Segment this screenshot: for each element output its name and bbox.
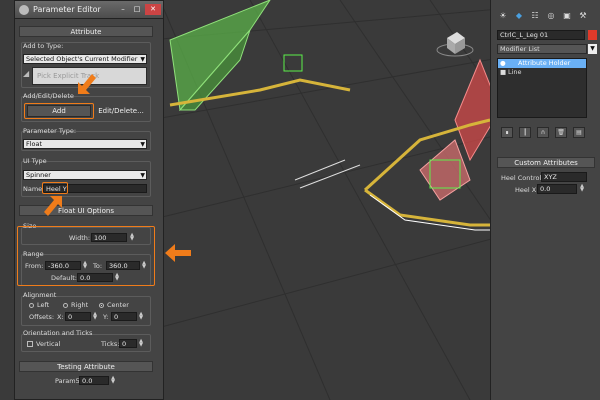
orientation-label: Orientation and Ticks [23, 329, 93, 337]
param5-value: 0.0 [82, 377, 93, 385]
align-right-label: Right [71, 301, 89, 309]
modifier-list-dropdown[interactable]: Modifier List [497, 44, 587, 54]
add-edit-delete-label: Add/Edit/Delete [23, 92, 74, 100]
align-left-radio[interactable] [29, 303, 34, 308]
name-field-highlight [42, 182, 68, 194]
param5-label: Param5: [55, 377, 82, 385]
ticks-field[interactable]: 0 [119, 339, 137, 348]
offset-y-field[interactable]: 0 [111, 312, 137, 321]
ticks-spinner-icon[interactable]: ▲ ▼ [138, 339, 144, 348]
annotation-arrow-name [44, 196, 62, 216]
minimize-button[interactable]: – [117, 4, 129, 15]
motion-tab-icon[interactable]: ◎ [545, 10, 557, 22]
modifier-list-label: Modifier List [500, 45, 540, 53]
chevron-down-icon: ▼ [140, 141, 145, 148]
app-icon [19, 4, 29, 15]
stack-item-label: Line [508, 68, 522, 76]
custom-attributes-header[interactable]: Custom Attributes [497, 157, 595, 168]
stack-item-line[interactable]: ■ Line [498, 68, 586, 77]
parameter-editor-dialog: Parameter Editor – □ ✕ Attribute Add to … [14, 0, 164, 400]
make-unique-icon[interactable]: ∩ [537, 127, 549, 138]
add-to-type-label: Add to Type: [23, 42, 64, 50]
float-ui-options-header[interactable]: Float UI Options [19, 205, 153, 216]
parameter-type-label: Parameter Type: [23, 127, 77, 135]
modifier-stack[interactable]: ● Attribute Holder ■ Line [497, 58, 587, 118]
offset-y-label: Y: [103, 313, 109, 321]
remove-modifier-icon[interactable]: 🗑 [555, 127, 567, 138]
maximize-button[interactable]: □ [131, 4, 143, 15]
expand-icon[interactable]: ■ [500, 68, 506, 77]
heel-x-field[interactable]: 0.0 [537, 184, 577, 194]
pin-stack-icon[interactable]: ∎ [501, 127, 513, 138]
dialog-titlebar[interactable]: Parameter Editor – □ ✕ [15, 1, 163, 19]
attribute-rollout: Attribute [19, 26, 153, 37]
utilities-tab-icon[interactable]: ⚒ [577, 10, 589, 22]
heel-x-spinner-icon[interactable]: ▲ ▼ [579, 184, 585, 193]
parameter-type-value: Float [26, 140, 43, 148]
add-to-type-dropdown[interactable]: Selected Object's Current Modifier ▼ [23, 54, 147, 64]
heel-control-value: XYZ [544, 173, 557, 181]
heel-control-field[interactable]: XYZ [541, 172, 587, 182]
vertical-checkbox[interactable] [27, 341, 33, 347]
align-left-label: Left [37, 301, 50, 309]
add-button-highlight [24, 103, 94, 119]
parameter-type-dropdown[interactable]: Float ▼ [23, 139, 147, 149]
alignment-label: Alignment [23, 291, 57, 299]
object-color-swatch[interactable] [588, 30, 597, 40]
offset-x-spinner-icon[interactable]: ▲ ▼ [92, 312, 98, 321]
param5-spinner-icon[interactable]: ▲ ▼ [110, 376, 116, 385]
edit-delete-label: Edit/Delete... [98, 107, 144, 115]
stack-item-attribute-holder[interactable]: ● Attribute Holder [498, 59, 586, 68]
offset-y-value: 0 [114, 313, 119, 321]
annotation-arrow-add [78, 74, 96, 94]
ui-type-dropdown[interactable]: Spinner ▼ [23, 170, 147, 180]
add-to-type-value: Selected Object's Current Modifier [26, 55, 138, 63]
float-ui-options-rollout: Float UI Options [19, 205, 153, 216]
chevron-down-icon: ▼ [140, 56, 145, 63]
offset-x-value: 0 [68, 313, 73, 321]
chevron-down-icon[interactable]: ▼ [588, 44, 597, 54]
filter-icon: ◢ [23, 69, 30, 78]
ui-type-label: UI Type [23, 157, 47, 165]
modify-tab-icon[interactable]: ◆ [513, 10, 525, 22]
create-tab-icon[interactable]: ☀ [497, 10, 509, 22]
show-end-result-icon[interactable]: ┃ [519, 127, 531, 138]
heel-control-label: Heel Control: [501, 174, 544, 182]
heel-x-value: 0.0 [540, 185, 551, 193]
edit-delete-button[interactable]: Edit/Delete... [95, 105, 147, 117]
command-panel: ☀ ◆ ☷ ◎ ▣ ⚒ CtrlC_L_Leg 01 Modifier List… [490, 0, 600, 400]
vertical-label: Vertical [36, 340, 61, 348]
ticks-value: 0 [122, 340, 127, 348]
align-right-radio[interactable] [63, 303, 68, 308]
display-tab-icon[interactable]: ▣ [561, 10, 573, 22]
testing-attribute-header[interactable]: Testing Attribute [19, 361, 153, 372]
testing-attribute-rollout: Testing Attribute [19, 361, 153, 372]
heel-x-label: Heel X: [515, 186, 539, 194]
stack-item-label: Attribute Holder [518, 59, 571, 67]
annotation-arrow-range [165, 244, 191, 262]
offset-x-field[interactable]: 0 [65, 312, 91, 321]
size-range-highlight [17, 226, 155, 286]
close-button[interactable]: ✕ [145, 4, 161, 15]
ui-type-value: Spinner [26, 171, 51, 179]
hierarchy-tab-icon[interactable]: ☷ [529, 10, 541, 22]
offset-y-spinner-icon[interactable]: ▲ ▼ [138, 312, 144, 321]
offsets-label: Offsets: [29, 313, 55, 321]
chevron-down-icon: ▼ [140, 172, 145, 179]
param5-field[interactable]: 0.0 [79, 376, 109, 385]
view-cube [436, 32, 474, 57]
attribute-rollout-header[interactable]: Attribute [19, 26, 153, 37]
align-center-radio[interactable] [99, 303, 104, 308]
ticks-label: Ticks: [101, 340, 120, 348]
align-center-label: Center [107, 301, 129, 309]
object-name-value: CtrlC_L_Leg 01 [500, 31, 549, 39]
configure-modifier-sets-icon[interactable]: ▤ [573, 127, 585, 138]
dialog-title: Parameter Editor [33, 5, 101, 14]
object-name-field[interactable]: CtrlC_L_Leg 01 [497, 30, 585, 40]
bulb-icon[interactable]: ● [500, 59, 506, 68]
offset-x-label: X: [57, 313, 64, 321]
